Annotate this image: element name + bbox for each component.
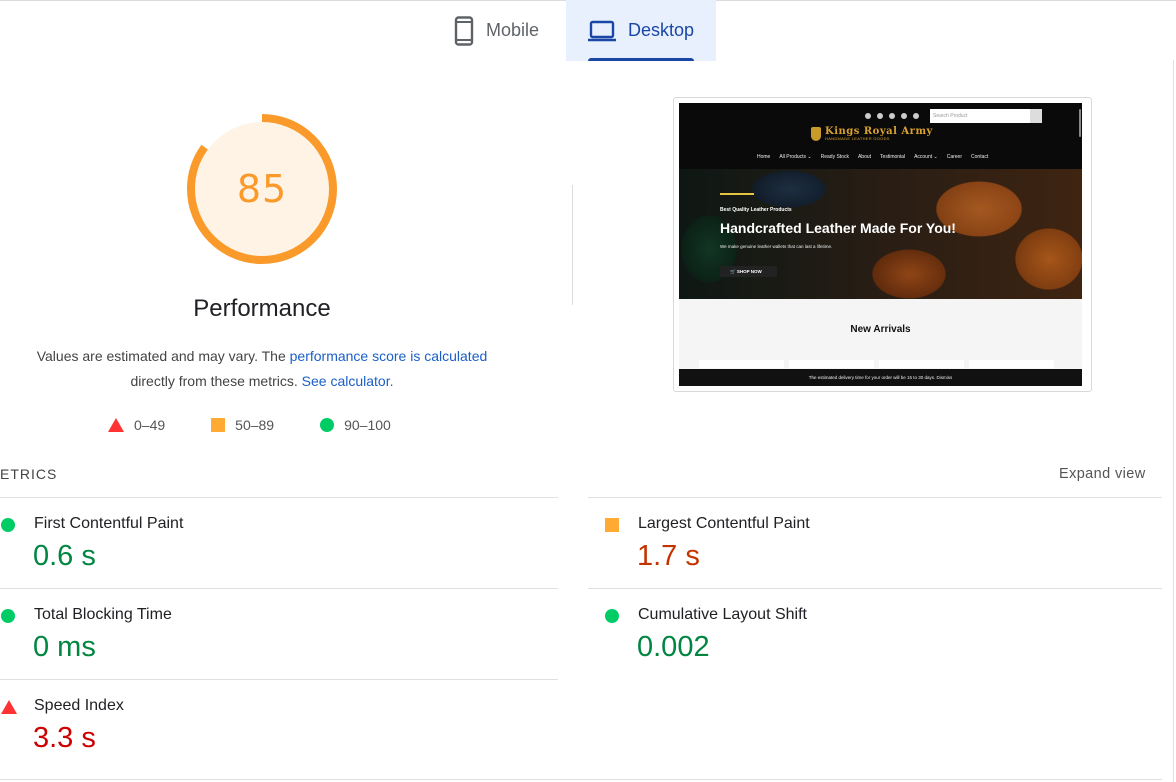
tab-mobile-label: Mobile — [486, 20, 540, 40]
metric-label: Total Blocking Time — [34, 606, 172, 623]
description-middle: directly from these metrics. — [130, 373, 298, 389]
site-nav-item: Ready Stock — [820, 154, 849, 160]
legend-range-good: 90–100 — [344, 417, 391, 433]
score-legend: 0–49 50–89 90–100 — [108, 417, 437, 433]
site-hero-banner: Best Quality Leather Products Handcrafte… — [679, 169, 1082, 299]
performance-gauge: 85 — [186, 113, 338, 265]
metric-label: Largest Contentful Paint — [638, 515, 810, 532]
vertical-divider — [572, 185, 573, 305]
crest-icon — [811, 127, 821, 141]
delivery-notice-bar: The estimated delivery time for your ord… — [679, 369, 1082, 386]
page-screenshot-thumbnail[interactable]: Search Product Kings Royal Army HANDMADE… — [673, 97, 1092, 392]
site-nav-item: Career — [946, 154, 963, 160]
legend-range-poor: 0–49 — [134, 417, 166, 433]
user-icon — [913, 113, 919, 119]
hero-accent-bar — [720, 193, 754, 195]
performance-title: Performance — [193, 295, 331, 322]
youtube-icon — [901, 113, 907, 119]
laptop-icon — [588, 20, 616, 42]
social-icons — [865, 113, 919, 119]
site-logo-title: Kings Royal Army — [825, 126, 933, 137]
good-indicator-icon — [605, 609, 619, 623]
metric-label: Speed Index — [34, 697, 124, 714]
site-nav-item: Home — [757, 154, 771, 160]
instagram-icon — [877, 113, 883, 119]
square-icon — [211, 418, 226, 432]
see-calculator-link[interactable]: See calculator. — [302, 373, 394, 389]
metrics-divider — [0, 679, 558, 680]
hero-subtext: We make genuine leather wallets that can… — [720, 244, 833, 249]
metrics-heading: ETRICS — [0, 466, 58, 482]
site-header: Search Product Kings Royal Army HANDMADE… — [679, 103, 1082, 169]
triangle-icon — [108, 418, 124, 432]
smartphone-icon — [454, 15, 474, 46]
metric-value: 3.3 s — [33, 722, 96, 754]
good-indicator-icon — [1, 518, 15, 532]
new-arrivals-heading: New Arrivals — [850, 324, 911, 335]
product-card — [969, 360, 1054, 368]
legend-item-poor: 0–49 — [108, 417, 165, 433]
facebook-icon — [865, 113, 871, 119]
metrics-divider — [0, 588, 558, 589]
description-prefix: Values are estimated and may vary. The — [36, 348, 290, 364]
pinterest-icon — [889, 113, 895, 119]
metric-label: First Contentful Paint — [34, 515, 184, 532]
hero-shop-button: 🛒 SHOP NOW — [720, 266, 777, 277]
site-search-input: Search Product — [930, 109, 1042, 123]
metric-label: Cumulative Layout Shift — [638, 606, 807, 623]
site-nav-item: Account ⌄ — [914, 154, 938, 160]
expand-view-button[interactable]: Expand view — [1059, 466, 1146, 482]
metric-value: 1.7 s — [637, 540, 700, 572]
legend-item-average: 50–89 — [211, 417, 274, 433]
site-nav-item: About — [857, 154, 872, 160]
circle-icon — [320, 418, 335, 432]
metric-value: 0.6 s — [33, 540, 96, 572]
metric-value: 0 ms — [33, 631, 96, 663]
preview-scrollbar — [1079, 109, 1081, 137]
good-indicator-icon — [1, 609, 15, 623]
tab-active-indicator — [588, 58, 694, 61]
device-tabs: Mobile Desktop — [436, 0, 716, 61]
site-search-icon — [1030, 109, 1042, 123]
tab-desktop[interactable]: Desktop — [566, 0, 716, 61]
performance-description: Values are estimated and may vary. The p… — [12, 344, 512, 394]
metrics-bottom-divider — [0, 779, 1162, 780]
metrics-divider — [588, 497, 1162, 498]
metric-value: 0.002 — [637, 631, 710, 663]
poor-indicator-icon — [1, 700, 17, 714]
site-logo: Kings Royal Army HANDMADE LEATHER GOODS — [811, 127, 933, 141]
hero-heading: Handcrafted Leather Made For You! — [720, 220, 956, 236]
tab-mobile[interactable]: Mobile — [436, 0, 566, 61]
site-nav-item: All Products ⌄ — [779, 154, 812, 160]
performance-score: 85 — [236, 167, 288, 211]
hero-kicker: Best Quality Leather Products — [720, 207, 792, 213]
site-nav: Home All Products ⌄ Ready Stock About Te… — [757, 154, 988, 160]
tab-desktop-label: Desktop — [628, 20, 695, 40]
score-calculation-link[interactable]: performance score is calculated — [290, 348, 488, 364]
screenshot-content: Search Product Kings Royal Army HANDMADE… — [679, 103, 1082, 386]
product-card — [879, 360, 964, 368]
product-cards — [699, 360, 1054, 368]
product-card — [789, 360, 874, 368]
average-indicator-icon — [605, 518, 619, 532]
product-card — [699, 360, 784, 368]
legend-item-good: 90–100 — [320, 417, 391, 433]
right-border — [1173, 60, 1174, 782]
site-nav-item: Contact — [971, 154, 989, 160]
metrics-divider — [588, 588, 1162, 589]
metrics-divider — [0, 497, 558, 498]
legend-range-average: 50–89 — [235, 417, 275, 433]
site-nav-item: Testimonial — [880, 154, 906, 160]
